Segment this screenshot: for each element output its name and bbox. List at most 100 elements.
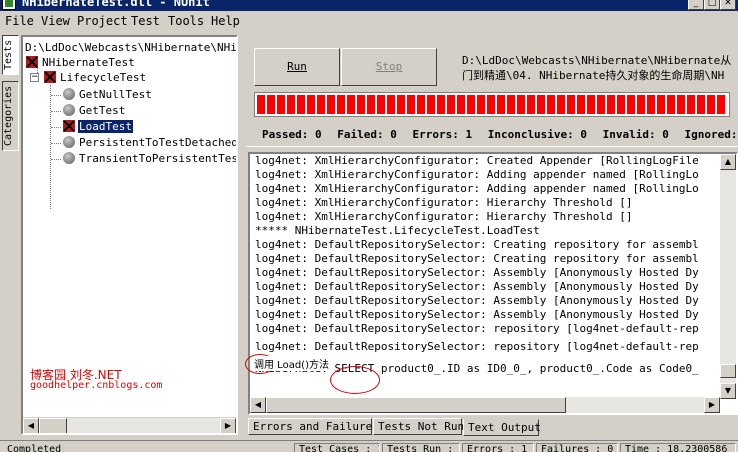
status-test-cases: Test Cases : 1 bbox=[294, 443, 380, 452]
errors-count: Errors: 1 bbox=[412, 128, 473, 141]
tree-node-persistenttotestdetached[interactable]: PersistentToTestDetached bbox=[63, 136, 236, 150]
minimize-button[interactable]: _ bbox=[688, 0, 704, 10]
progress-segment bbox=[617, 95, 625, 114]
menu-file[interactable]: File bbox=[5, 14, 34, 28]
tree-node-lifecycletest[interactable]: LifecycleTest bbox=[44, 71, 147, 85]
scroll-right-icon[interactable]: ▶ bbox=[704, 397, 720, 413]
annotation-oval-select bbox=[330, 366, 380, 394]
scroll-left-icon[interactable]: ◀ bbox=[23, 418, 39, 433]
invalid-count: Invalid: 0 bbox=[602, 128, 669, 141]
stop-button[interactable]: Stop bbox=[341, 48, 437, 86]
test-failed-icon bbox=[63, 120, 75, 132]
test-not-run-icon bbox=[63, 136, 75, 148]
progress-segment bbox=[277, 95, 285, 114]
tree-node-gettest[interactable]: GetTest bbox=[63, 104, 126, 118]
tree-collapse-lifecycletest[interactable]: − bbox=[30, 73, 39, 82]
progress-segment bbox=[347, 95, 355, 114]
progress-segment bbox=[687, 95, 695, 114]
output-vertical-scrollbar[interactable]: ▲ ▼ bbox=[720, 154, 736, 399]
passed-count: Passed: 0 bbox=[262, 128, 322, 141]
progress-segment bbox=[537, 95, 545, 114]
progress-segment bbox=[677, 95, 685, 114]
log-line: log4net: DefaultRepositorySelector: Asse… bbox=[255, 280, 699, 293]
progress-segment bbox=[587, 95, 595, 114]
progress-segment bbox=[457, 95, 465, 114]
progress-segment bbox=[307, 95, 315, 114]
panel-splitter[interactable] bbox=[246, 146, 738, 150]
text-output-panel[interactable]: log4net: XmlHierarchyConfigurator: Creat… bbox=[248, 152, 738, 415]
progress-segment bbox=[507, 95, 515, 114]
tab-text-output[interactable]: Text Output bbox=[463, 419, 541, 436]
watermark-url: goodhelper.cnblogs.com bbox=[30, 380, 163, 391]
tree-node-nhibernatetest[interactable]: NHibernateTest bbox=[26, 56, 136, 70]
window-title: NHibernateTest.dll - NUnit bbox=[22, 0, 210, 9]
test-not-run-icon bbox=[63, 88, 75, 100]
tree-assembly-path: D:\LdDoc\Webcasts\NHibernate\NHibern bbox=[25, 41, 237, 54]
scrollbar-thumb[interactable] bbox=[266, 397, 566, 413]
progress-segment bbox=[467, 95, 475, 114]
scrollbar-thumb[interactable] bbox=[720, 364, 736, 378]
menu-help[interactable]: Help bbox=[211, 14, 240, 28]
progress-segment bbox=[297, 95, 305, 114]
status-text: Completed bbox=[7, 444, 62, 452]
log-line: log4net: DefaultRepositorySelector: Crea… bbox=[255, 238, 699, 251]
scroll-down-icon[interactable]: ▼ bbox=[720, 383, 736, 399]
progress-segment bbox=[647, 95, 655, 114]
menu-tools[interactable]: Tools bbox=[168, 14, 204, 28]
annotation-call-load: 调用 Load()方法 bbox=[254, 356, 329, 371]
progress-segment bbox=[477, 95, 485, 114]
log-line: log4net: XmlHierarchyConfigurator: Hiera… bbox=[255, 196, 633, 209]
scrollbar-thumb[interactable] bbox=[39, 418, 67, 433]
menu-view[interactable]: View bbox=[41, 14, 70, 28]
ignored-count: Ignored: bbox=[684, 128, 738, 141]
status-failures: Failures : 0 bbox=[536, 443, 618, 452]
tab-tests[interactable]: Tests bbox=[2, 35, 19, 75]
log-line: log4net: XmlHierarchyConfigurator: Addin… bbox=[255, 168, 699, 181]
tab-tests-not-run[interactable]: Tests Not Run bbox=[373, 418, 464, 435]
progress-segment bbox=[397, 95, 405, 114]
progress-segment bbox=[327, 95, 335, 114]
status-bar: Completed Test Cases : 1 Tests Run : 1 E… bbox=[0, 440, 738, 452]
maximize-button[interactable]: □ bbox=[704, 0, 720, 10]
progress-segment bbox=[447, 95, 455, 114]
log-line: log4net: DefaultRepositorySelector: Asse… bbox=[255, 266, 699, 279]
scroll-right-icon[interactable]: ▶ bbox=[220, 418, 236, 433]
tree-node-transienttopersistenttest[interactable]: TransientToPersistentTest bbox=[63, 152, 236, 166]
tab-categories[interactable]: Categories bbox=[2, 81, 19, 151]
progress-segment bbox=[407, 95, 415, 114]
results-summary: Passed: 0 Failed: 0 Errors: 1 Inconclusi… bbox=[262, 128, 738, 141]
progress-segment bbox=[267, 95, 275, 114]
test-assembly-path: D:\LdDoc\Webcasts\NHibernate\NHibernate从… bbox=[462, 54, 732, 82]
tab-errors-and-failures[interactable]: Errors and Failures bbox=[248, 418, 379, 435]
status-time: Time : 18.2300586 bbox=[620, 443, 736, 452]
tree-node-loadtest[interactable]: LoadTest bbox=[63, 120, 133, 134]
progress-segment bbox=[637, 95, 645, 114]
progress-segment bbox=[717, 95, 725, 114]
tree-horizontal-scrollbar[interactable]: ◀ ▶ bbox=[23, 417, 236, 433]
test-not-run-icon bbox=[63, 152, 75, 164]
scroll-up-icon[interactable]: ▲ bbox=[720, 154, 736, 170]
log-line: log4net: XmlHierarchyConfigurator: Hiera… bbox=[255, 210, 633, 223]
inconclusive-count: Inconclusive: 0 bbox=[487, 128, 588, 141]
progress-segment bbox=[257, 95, 265, 114]
log-line: log4net: DefaultRepositorySelector: Asse… bbox=[255, 308, 699, 321]
log-line: log4net: DefaultRepositorySelector: repo… bbox=[255, 340, 699, 353]
status-errors: Errors : 1 bbox=[462, 443, 534, 452]
run-button[interactable]: Run bbox=[254, 48, 340, 86]
output-horizontal-scrollbar[interactable]: ◀ ▶ bbox=[250, 397, 720, 413]
progress-segment bbox=[387, 95, 395, 114]
log-line: log4net: DefaultRepositorySelector: Asse… bbox=[255, 294, 699, 307]
scroll-left-icon[interactable]: ◀ bbox=[250, 397, 266, 413]
progress-segment bbox=[557, 95, 565, 114]
menu-project[interactable]: Project bbox=[77, 14, 128, 28]
tree-node-getnulltest[interactable]: GetNullTest bbox=[63, 88, 153, 102]
test-not-run-icon bbox=[63, 104, 75, 116]
close-button[interactable]: ✕ bbox=[720, 0, 736, 10]
title-bar: NHibernateTest.dll - NUnit _ □ ✕ bbox=[0, 0, 738, 11]
progress-segment bbox=[607, 95, 615, 114]
menu-test[interactable]: Test bbox=[131, 14, 160, 28]
progress-segment bbox=[337, 95, 345, 114]
progress-segment bbox=[577, 95, 585, 114]
progress-segment bbox=[367, 95, 375, 114]
progress-segment bbox=[497, 95, 505, 114]
